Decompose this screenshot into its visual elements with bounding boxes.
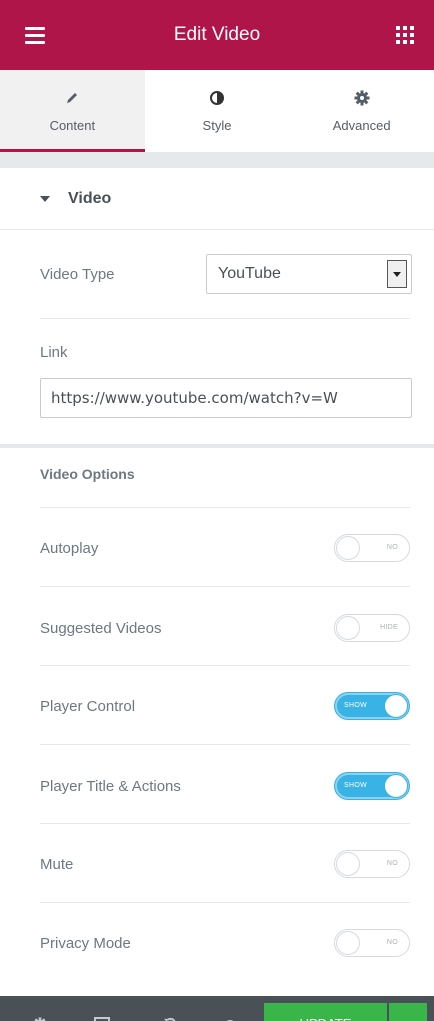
toggle-state: SHOW bbox=[344, 782, 367, 789]
toggle-knob bbox=[384, 774, 408, 798]
update-button[interactable]: UPDATE bbox=[264, 1003, 387, 1021]
divider bbox=[40, 586, 410, 587]
privacy-mode-toggle[interactable]: NO bbox=[334, 929, 410, 957]
section-video-toggle[interactable]: Video bbox=[0, 168, 434, 230]
panel-tabs: Content Style Advanced bbox=[0, 70, 434, 152]
video-type-label: Video Type bbox=[40, 265, 115, 283]
tabs-separator bbox=[0, 152, 434, 168]
footer-bar: UPDATE bbox=[0, 996, 434, 1021]
video-options-heading: Video Options bbox=[40, 466, 135, 482]
tab-advanced[interactable]: Advanced bbox=[289, 70, 434, 152]
top-bar: Edit Video bbox=[0, 0, 434, 70]
toggle-state: NO bbox=[386, 860, 398, 867]
responsive-mode-icon[interactable] bbox=[82, 996, 122, 1021]
toggle-state: NO bbox=[386, 939, 398, 946]
toggle-knob bbox=[336, 616, 360, 640]
tab-content[interactable]: Content bbox=[0, 70, 145, 152]
menu-icon[interactable] bbox=[25, 27, 45, 44]
toggle-knob bbox=[384, 694, 408, 718]
divider bbox=[40, 902, 410, 903]
settings-gear-icon[interactable] bbox=[20, 996, 60, 1021]
save-options-caret-icon[interactable] bbox=[389, 1003, 427, 1021]
divider bbox=[40, 665, 410, 666]
gear-icon bbox=[354, 88, 370, 108]
mute-toggle[interactable]: NO bbox=[334, 850, 410, 878]
panel-title: Edit Video bbox=[173, 24, 261, 45]
toggle-state: SHOW bbox=[344, 702, 367, 709]
player-title-toggle[interactable]: SHOW bbox=[334, 772, 410, 800]
half-circle-icon bbox=[210, 88, 224, 108]
video-type-select[interactable]: YouTube bbox=[206, 254, 412, 294]
tab-advanced-label: Advanced bbox=[332, 118, 391, 133]
history-icon[interactable] bbox=[150, 996, 190, 1021]
video-type-value: YouTube bbox=[218, 265, 281, 282]
option-label: Privacy Mode bbox=[40, 934, 131, 952]
toggle-state: NO bbox=[386, 544, 398, 551]
divider bbox=[40, 823, 410, 824]
pencil-icon bbox=[65, 88, 79, 108]
toggle-knob bbox=[336, 536, 360, 560]
option-label: Mute bbox=[40, 855, 74, 873]
suggested-videos-toggle[interactable]: HIDE bbox=[334, 614, 410, 642]
link-input[interactable]: https://www.youtube.com/watch?v=W bbox=[40, 378, 412, 418]
toggle-state: HIDE bbox=[380, 624, 398, 631]
preview-eye-icon[interactable] bbox=[210, 996, 250, 1021]
divider bbox=[40, 507, 410, 508]
controls-panel: Video Video Type YouTube Link https://ww… bbox=[0, 168, 434, 996]
player-control-toggle[interactable]: SHOW bbox=[334, 692, 410, 720]
toggle-knob bbox=[336, 852, 360, 876]
option-label: Player Control bbox=[40, 697, 136, 715]
option-label: Autoplay bbox=[40, 539, 99, 557]
option-label: Suggested Videos bbox=[40, 619, 162, 637]
tab-content-label: Content bbox=[49, 118, 96, 133]
divider bbox=[40, 318, 410, 319]
link-label: Link bbox=[40, 343, 68, 361]
dropdown-arrow-icon bbox=[387, 260, 407, 288]
caret-down-icon bbox=[40, 195, 50, 202]
autoplay-toggle[interactable]: NO bbox=[334, 534, 410, 562]
tab-style[interactable]: Style bbox=[144, 70, 290, 152]
widgets-grid-icon[interactable] bbox=[396, 26, 414, 44]
divider bbox=[40, 744, 410, 745]
option-label: Player Title & Actions bbox=[40, 777, 181, 795]
section-title: Video bbox=[68, 189, 112, 207]
tab-style-label: Style bbox=[202, 118, 232, 133]
toggle-knob bbox=[336, 931, 360, 955]
section-separator bbox=[0, 444, 434, 448]
link-row: Link bbox=[40, 340, 410, 364]
